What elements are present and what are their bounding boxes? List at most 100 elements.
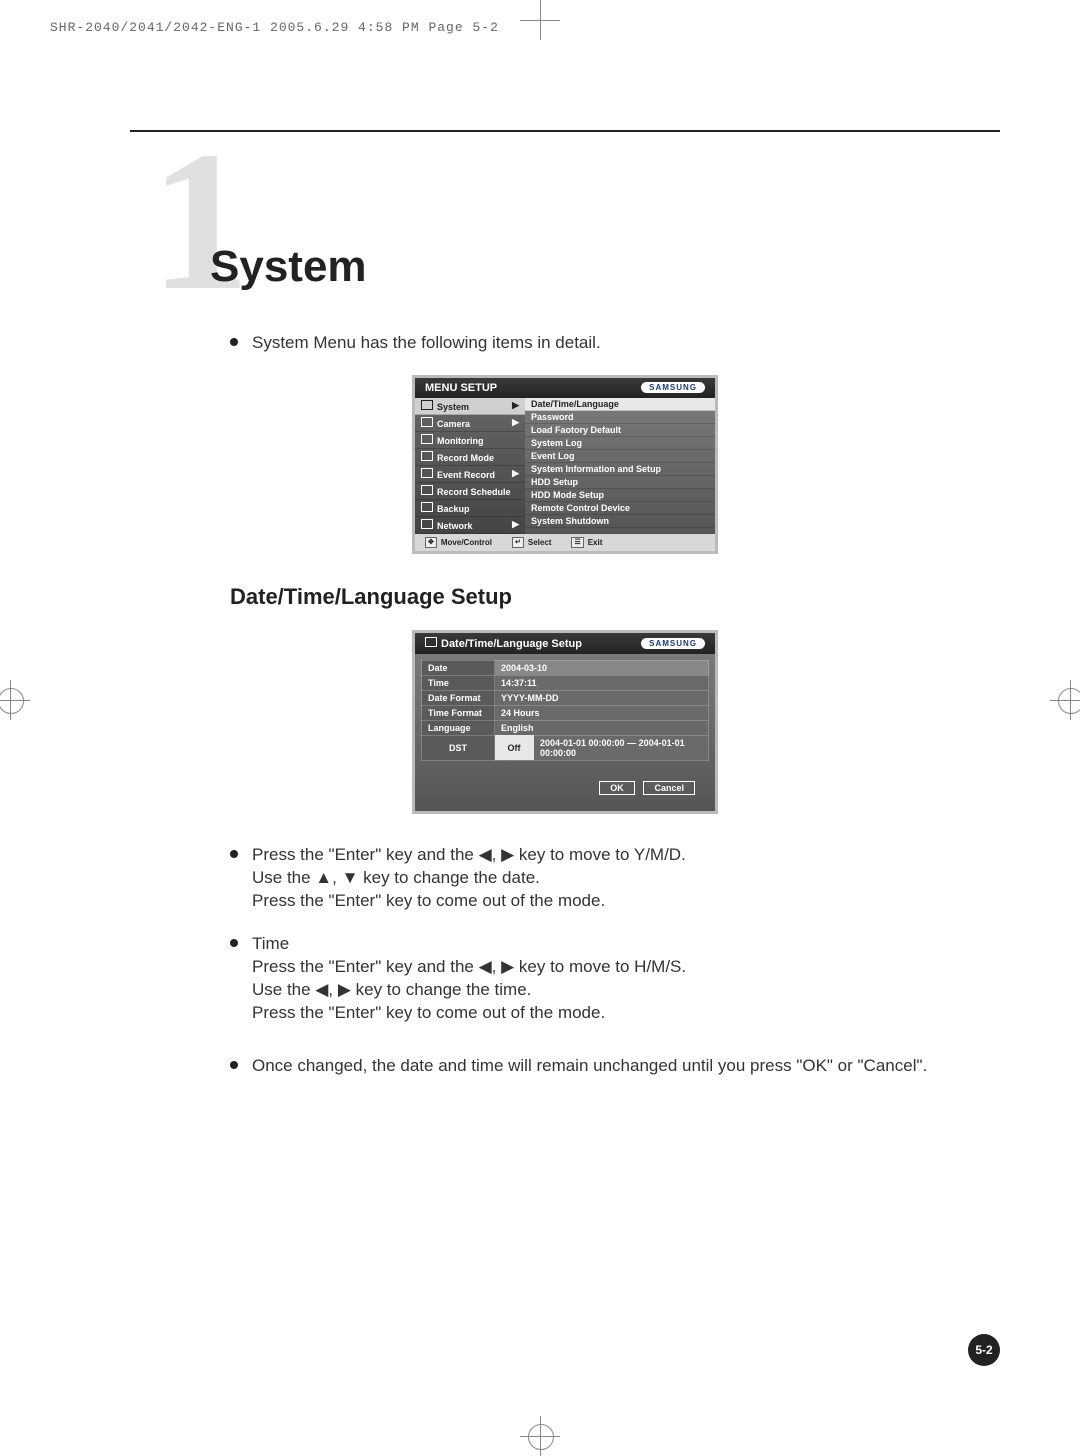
dpad-icon: ✥	[425, 537, 437, 548]
menu-left-item[interactable]: Event Record ▶	[415, 466, 525, 483]
row-value[interactable]: 2004-03-10	[495, 660, 709, 675]
menu-left-label: Network	[437, 521, 473, 531]
cancel-button[interactable]: Cancel	[643, 781, 695, 795]
menu-left-item[interactable]: Camera ▶	[415, 415, 525, 432]
enter-icon: ↵	[512, 537, 524, 548]
dst-label: DST	[422, 735, 495, 760]
chapter-title: System	[210, 242, 367, 292]
instr-3: Once changed, the date and time will rem…	[252, 1055, 927, 1078]
dst-range: 2004-01-01 00:00:00 — 2004-01-01 00:00:0…	[534, 735, 709, 760]
brand-badge: SAMSUNG	[641, 382, 705, 393]
dst-state[interactable]: Off	[495, 735, 534, 760]
menu-left-label: Record Schedule	[437, 487, 511, 497]
crop-mark-right	[1050, 680, 1080, 720]
row-label: Time	[422, 675, 495, 690]
menu-footer: ✥Move/Control ↵Select ☰Exit	[415, 534, 715, 551]
datetime-table: Date2004-03-10Time14:37:11Date FormatYYY…	[421, 660, 709, 761]
menu-left-item[interactable]: System ▶	[415, 398, 525, 415]
instr-1-l1: Press the "Enter" key and the ◀, ▶ key t…	[252, 844, 686, 867]
chevron-right-icon: ▶	[512, 519, 519, 530]
menu-item-icon	[421, 434, 433, 444]
bullet-icon	[230, 850, 238, 858]
chevron-right-icon: ▶	[512, 468, 519, 479]
row-label: Date	[422, 660, 495, 675]
menu-right-panel: Date/Time/LanguagePasswordLoad Faotory D…	[525, 398, 715, 534]
menu-right-item[interactable]: Date/Time/Language	[525, 398, 715, 411]
instruction-block-1: Press the "Enter" key and the ◀, ▶ key t…	[230, 844, 1000, 913]
chevron-right-icon: ▶	[512, 417, 519, 428]
instr-2-head: Time	[252, 933, 686, 956]
section-heading: Date/Time/Language Setup	[230, 584, 1000, 610]
menu-left-label: Event Record	[437, 470, 495, 480]
menu-item-icon	[421, 502, 433, 512]
instr-1-l3: Press the "Enter" key to come out of the…	[252, 890, 686, 913]
menu-setup-screenshot: MENU SETUP SAMSUNG System ▶ Camera ▶ Monitor…	[412, 375, 718, 554]
menu-left-label: System	[437, 402, 469, 412]
intro-bullet: System Menu has the following items in d…	[230, 332, 1000, 355]
row-label: Date Format	[422, 690, 495, 705]
crop-mark-top	[520, 0, 560, 40]
row-value[interactable]: English	[495, 720, 709, 735]
row-value[interactable]: 24 Hours	[495, 705, 709, 720]
menu-left-label: Camera	[437, 419, 470, 429]
menu-icon: ☰	[571, 537, 583, 548]
menu-left-panel: System ▶ Camera ▶ Monitoring Record Mode Event…	[415, 398, 525, 534]
menu-item-icon	[421, 400, 433, 410]
brand-badge-2: SAMSUNG	[641, 638, 705, 649]
page-number-badge: 5-2	[968, 1334, 1000, 1366]
menu-left-item[interactable]: Network ▶	[415, 517, 525, 534]
menu-left-item[interactable]: Record Mode	[415, 449, 525, 466]
instr-2-l1: Press the "Enter" key and the ◀, ▶ key t…	[252, 956, 686, 979]
chapter-number: 1	[150, 122, 250, 322]
bullet-icon	[230, 338, 238, 346]
menu-left-item[interactable]: Record Schedule	[415, 483, 525, 500]
menu-left-label: Record Mode	[437, 453, 494, 463]
menu-item-icon	[421, 519, 433, 529]
table-row: Date2004-03-10	[422, 660, 709, 675]
menu-item-icon	[421, 468, 433, 478]
row-value[interactable]: YYYY-MM-DD	[495, 690, 709, 705]
menu-right-item[interactable]: HDD Setup	[525, 476, 715, 489]
row-value[interactable]: 14:37:11	[495, 675, 709, 690]
intro-text: System Menu has the following items in d…	[252, 332, 601, 355]
dst-row: DSTOff2004-01-01 00:00:00 — 2004-01-01 0…	[422, 735, 709, 760]
menu-right-item[interactable]: System Information and Setup	[525, 463, 715, 476]
ok-button[interactable]: OK	[599, 781, 635, 795]
menu-right-item[interactable]: System Log	[525, 437, 715, 450]
title-icon	[425, 637, 437, 647]
bullet-icon	[230, 939, 238, 947]
menu-item-icon	[421, 417, 433, 427]
footer-move: Move/Control	[441, 538, 492, 547]
menu-right-item[interactable]: Remote Control Device	[525, 502, 715, 515]
menu-left-item[interactable]: Monitoring	[415, 432, 525, 449]
menu-left-label: Monitoring	[437, 436, 484, 446]
crop-mark-bottom	[520, 1416, 560, 1456]
dt-title: Date/Time/Language Setup	[441, 638, 582, 650]
chevron-right-icon: ▶	[512, 400, 519, 411]
menu-right-item[interactable]: HDD Mode Setup	[525, 489, 715, 502]
instr-1-l2: Use the ▲, ▼ key to change the date.	[252, 867, 686, 890]
menu-right-item[interactable]: Load Faotory Default	[525, 424, 715, 437]
table-row: Time14:37:11	[422, 675, 709, 690]
menu-item-icon	[421, 485, 433, 495]
chapter-header: 1 System	[130, 162, 1000, 332]
datetime-screenshot: Date/Time/Language Setup SAMSUNG Date200…	[412, 630, 718, 814]
row-label: Language	[422, 720, 495, 735]
instr-2-l3: Press the "Enter" key to come out of the…	[252, 1002, 686, 1025]
instruction-block-2: Time Press the "Enter" key and the ◀, ▶ …	[230, 933, 1000, 1025]
instruction-block-3: Once changed, the date and time will rem…	[230, 1055, 1000, 1078]
table-row: LanguageEnglish	[422, 720, 709, 735]
crop-mark-left	[0, 680, 30, 720]
menu-right-item[interactable]: Event Log	[525, 450, 715, 463]
menu-title: MENU SETUP	[425, 382, 497, 394]
bullet-icon	[230, 1061, 238, 1069]
footer-exit: Exit	[588, 538, 603, 547]
menu-left-item[interactable]: Backup	[415, 500, 525, 517]
menu-left-label: Backup	[437, 504, 470, 514]
print-header: SHR-2040/2041/2042-ENG-1 2005.6.29 4:58 …	[50, 20, 499, 35]
menu-right-item[interactable]: System Shutdown	[525, 515, 715, 528]
page-content: 1 System System Menu has the following i…	[130, 130, 1000, 1083]
menu-item-icon	[421, 451, 433, 461]
menu-right-item[interactable]: Password	[525, 411, 715, 424]
instr-2-l2: Use the ◀, ▶ key to change the time.	[252, 979, 686, 1002]
